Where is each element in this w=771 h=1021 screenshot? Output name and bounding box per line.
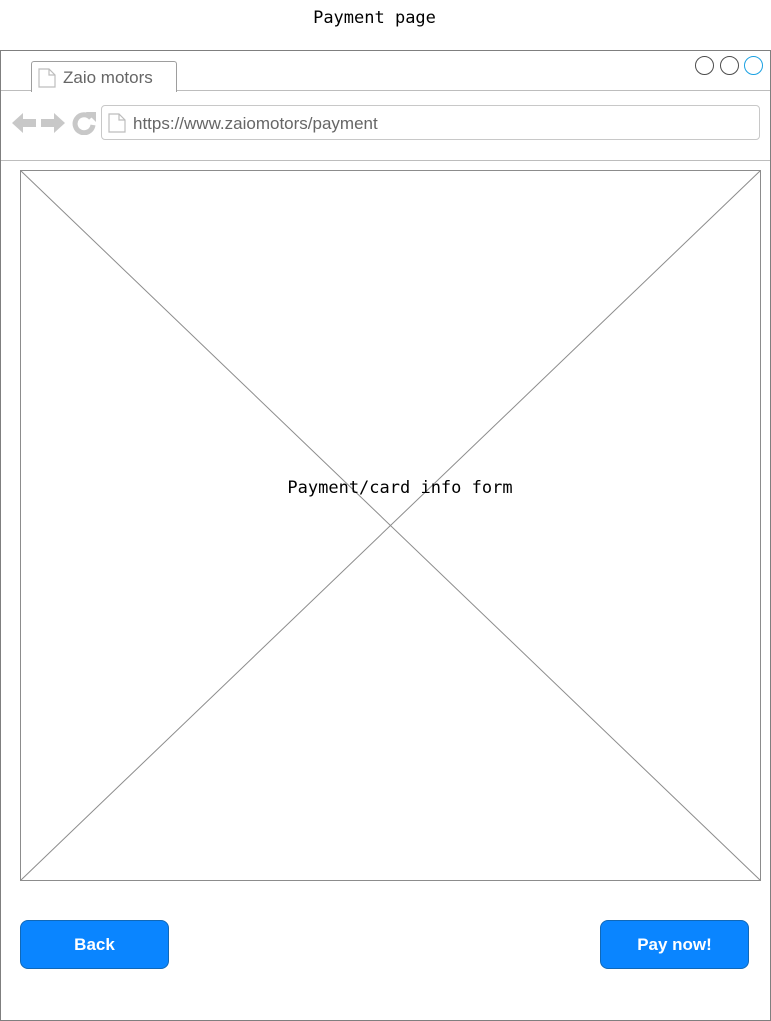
page-title: Payment page xyxy=(313,8,436,28)
page-icon xyxy=(108,113,126,138)
browser-tab[interactable]: Zaio motors xyxy=(31,61,177,92)
back-arrow-icon[interactable] xyxy=(12,111,36,140)
toolbar-divider xyxy=(1,160,770,161)
refresh-icon[interactable] xyxy=(72,111,96,140)
close-window-button[interactable] xyxy=(744,56,763,75)
maximize-window-button[interactable] xyxy=(720,56,739,75)
minimize-window-button[interactable] xyxy=(695,56,714,75)
placeholder-label: Payment/card info form xyxy=(287,478,513,498)
back-button[interactable]: Back xyxy=(20,920,169,969)
document-icon xyxy=(38,68,56,93)
forward-arrow-icon[interactable] xyxy=(41,111,65,140)
tab-label: Zaio motors xyxy=(63,68,153,87)
address-bar[interactable]: https://www.zaiomotors/payment xyxy=(101,105,760,140)
url-text: https://www.zaiomotors/payment xyxy=(133,114,378,133)
pay-now-button[interactable]: Pay now! xyxy=(600,920,749,969)
payment-form-placeholder: Payment/card info form xyxy=(20,170,761,881)
